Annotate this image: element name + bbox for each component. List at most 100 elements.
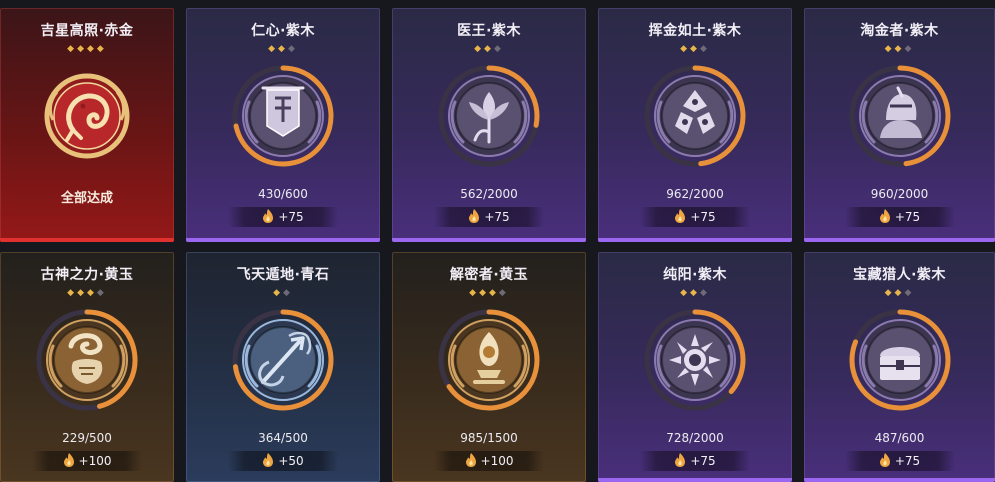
star-rating: ◆◆◆	[598, 288, 792, 298]
reward-value: +100	[78, 454, 112, 468]
progress-count: 487/600	[874, 431, 925, 445]
achievement-title: 古神之力·黄玉	[40, 267, 134, 283]
star-icon: ◆	[680, 288, 691, 298]
star-icon: ◆	[484, 44, 494, 54]
progress-count: 985/1500	[460, 431, 518, 445]
ancient-god-icon	[33, 306, 141, 414]
star-icon: ◆	[77, 44, 87, 54]
star-rating: ◆◆◆◆	[0, 44, 174, 54]
star-icon: ◆	[87, 44, 97, 54]
star-rating: ◆◆◆◆	[0, 288, 174, 298]
trident-icon	[229, 306, 337, 414]
achievement-title: 淘金者·紫木	[860, 23, 939, 39]
flame-icon	[675, 209, 686, 223]
flame-icon	[63, 453, 74, 467]
star-icon: ◆	[699, 288, 710, 298]
relic-icon	[435, 306, 543, 414]
reward-value: +75	[894, 454, 921, 468]
star-icon: ◆	[699, 44, 710, 54]
koi-fish-icon	[33, 62, 141, 170]
star-icon: ◆	[690, 288, 700, 298]
reward-value: +75	[690, 454, 716, 468]
achievement-card[interactable]: 淘金者·紫木 ◆◆◆ 960/2000 +75	[804, 8, 995, 242]
reward-badge: +75	[640, 207, 750, 227]
completion-label: 全部达成	[60, 191, 113, 206]
lotus-icon	[435, 62, 543, 170]
star-icon: ◆	[287, 44, 298, 54]
achievement-card[interactable]: 飞天遁地·青石 ◆◆ 364/500 +50	[186, 252, 380, 482]
reward-badge: +75	[228, 207, 338, 227]
achievement-grid: 吉星高照·赤金 ◆◆◆◆ 全部达成 仁心·紫木 ◆◆◆ 430/600 +75 医王·紫木…	[0, 0, 995, 482]
star-icon: ◆	[904, 44, 915, 54]
card-bottom-accent	[804, 478, 995, 482]
progress-count: 960/2000	[870, 187, 929, 201]
reward-badge: +75	[640, 451, 750, 471]
star-icon: ◆	[87, 288, 97, 298]
star-icon: ◆	[273, 288, 283, 298]
achievement-card[interactable]: 纯阳·紫木 ◆◆◆ 728/2000 +75	[598, 252, 792, 482]
flame-icon	[263, 209, 274, 223]
star-icon: ◆	[680, 44, 691, 54]
achievement-title: 宝藏猎人·紫木	[853, 267, 946, 283]
reward-value: +75	[484, 210, 510, 224]
star-icon: ◆	[67, 288, 78, 298]
star-icon: ◆	[493, 44, 504, 54]
progress-count: 229/500	[62, 431, 112, 445]
achievement-card[interactable]: 挥金如土·紫木 ◆◆◆ 962/2000 +75	[598, 8, 792, 242]
reward-value: +75	[894, 210, 921, 224]
achievement-title: 吉星高照·赤金	[40, 23, 134, 39]
reward-value: +50	[278, 454, 304, 468]
achievement-title: 医王·紫木	[457, 23, 521, 39]
star-rating: ◆◆◆	[186, 44, 380, 54]
treasure-chest-icon	[846, 306, 954, 414]
star-icon: ◆	[77, 288, 87, 298]
card-bottom-accent	[392, 238, 586, 242]
flame-icon	[469, 209, 480, 223]
achievement-title: 解密者·黄玉	[449, 267, 529, 283]
reward-value: +75	[278, 210, 304, 224]
star-rating: ◆◆◆	[392, 44, 586, 54]
reward-badge: +50	[228, 451, 338, 471]
flame-icon	[465, 453, 476, 467]
card-bottom-accent	[186, 238, 380, 242]
progress-count: 430/600	[258, 187, 308, 201]
flame-icon	[263, 453, 274, 467]
star-icon: ◆	[67, 44, 78, 54]
achievement-title: 飞天遁地·青石	[236, 267, 330, 283]
achievement-card[interactable]: 宝藏猎人·紫木 ◆◆◆ 487/600 +75	[804, 252, 995, 482]
star-rating: ◆◆◆	[804, 288, 995, 298]
reward-value: +100	[480, 454, 514, 468]
star-icon: ◆	[474, 44, 485, 54]
achievement-card[interactable]: 吉星高照·赤金 ◆◆◆◆ 全部达成	[0, 8, 174, 242]
flame-icon	[879, 209, 890, 223]
reward-value: +75	[690, 210, 716, 224]
achievement-card[interactable]: 古神之力·黄玉 ◆◆◆◆ 229/500 +100	[0, 252, 174, 482]
progress-count: 364/500	[258, 431, 308, 445]
star-rating: ◆◆◆	[804, 44, 995, 54]
reward-badge: +100	[434, 451, 544, 471]
star-icon: ◆	[884, 44, 895, 54]
star-rating: ◆◆◆◆	[392, 288, 586, 298]
flame-icon	[879, 453, 890, 467]
achievement-card[interactable]: 解密者·黄玉 ◆◆◆◆ 985/1500 +100	[392, 252, 586, 482]
star-icon: ◆	[479, 288, 489, 298]
achievement-card[interactable]: 仁心·紫木 ◆◆◆ 430/600 +75	[186, 8, 380, 242]
star-icon: ◆	[489, 288, 499, 298]
star-icon: ◆	[894, 44, 905, 54]
star-icon: ◆	[96, 288, 107, 298]
coin-pile-icon	[641, 62, 749, 170]
progress-count: 562/2000	[460, 187, 518, 201]
achievement-title: 仁心·紫木	[251, 23, 315, 39]
achievement-card[interactable]: 医王·紫木 ◆◆◆ 562/2000 +75	[392, 8, 586, 242]
progress-count: 962/2000	[666, 187, 724, 201]
reward-badge: +75	[434, 207, 544, 227]
star-icon: ◆	[278, 44, 288, 54]
card-bottom-accent	[804, 238, 995, 242]
star-icon: ◆	[884, 288, 895, 298]
progress-count: 728/2000	[666, 431, 724, 445]
flame-icon	[675, 453, 686, 467]
star-icon: ◆	[894, 288, 905, 298]
banner-icon	[229, 62, 337, 170]
card-bottom-accent	[0, 238, 174, 242]
star-icon: ◆	[498, 288, 509, 298]
